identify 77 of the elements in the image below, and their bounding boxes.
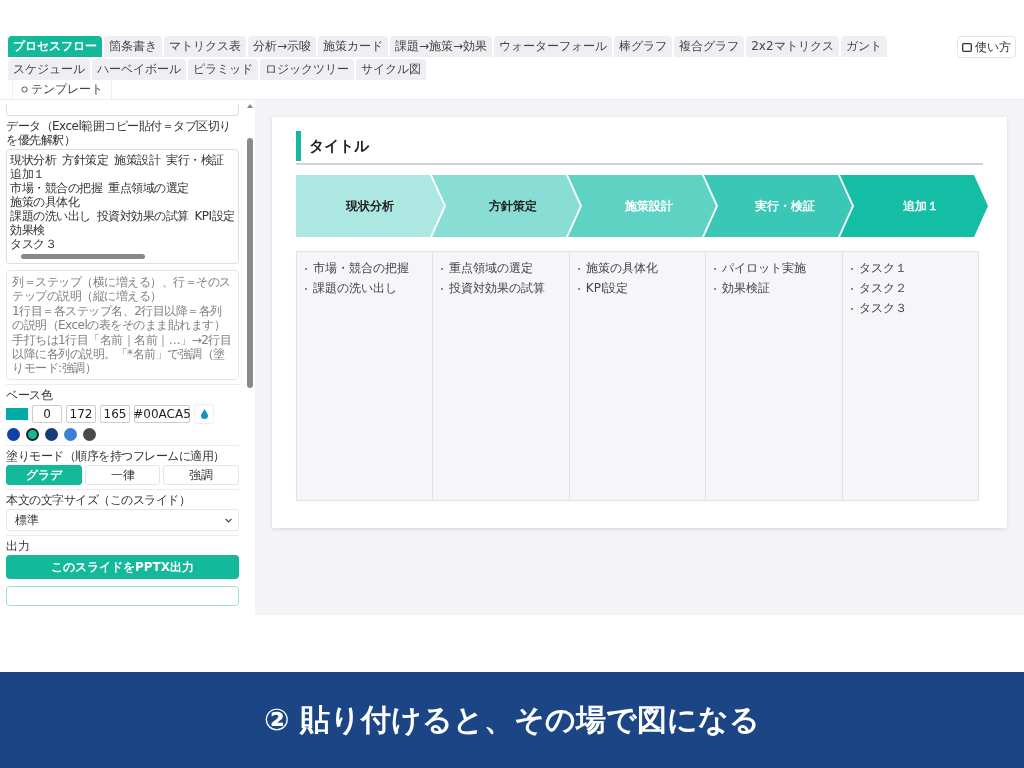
tab[interactable]: 棒グラフ <box>614 36 673 57</box>
data-cell: 現状分析 <box>10 153 56 167</box>
tab[interactable]: ロジックツリー <box>260 59 354 80</box>
bullet-text: 重点領域の選定 <box>449 260 534 277</box>
slide-title: タイトル <box>309 136 369 156</box>
color-dot[interactable] <box>26 428 39 441</box>
color-dot[interactable] <box>45 428 58 441</box>
help-text: 1行目＝各ステップ名、2行目以降＝各列の説明（Excelの表をそのまま貼れます） <box>12 304 227 332</box>
bullet-text: 課題の洗い出し <box>313 280 397 297</box>
step-chevron: 方針策定 <box>432 175 580 237</box>
scrollbar-thumb[interactable] <box>247 138 254 388</box>
tab[interactable]: サイクル図 <box>356 59 426 80</box>
tab[interactable]: 施策カード <box>318 36 389 57</box>
drop-icon <box>200 409 208 419</box>
step-chevron: 実行・検証 <box>704 175 852 237</box>
color-swatch[interactable] <box>6 408 28 420</box>
help-text: 列＝ステップ（横に増える）、行＝そのステップの説明（縦に増える） <box>12 275 232 303</box>
tab[interactable]: 分析→示唆 <box>248 36 317 57</box>
section-label: 出力 <box>6 539 30 553</box>
section-label: 本文の文字サイズ（このスライド） <box>6 493 191 507</box>
tab[interactable]: ウォーターフォール <box>494 36 613 57</box>
bullet-text: 市場・競合の把握 <box>313 260 409 277</box>
eyedropper-button[interactable] <box>194 404 214 424</box>
size-select[interactable]: 標準 <box>6 509 240 531</box>
scrollbar[interactable] <box>21 254 145 259</box>
data-cell: 方針策定 <box>62 153 108 167</box>
hex-field[interactable]: #00ACA5 <box>134 405 190 423</box>
mode-button[interactable]: 一律 <box>84 465 161 485</box>
step-chevron: 現状分析 <box>296 175 444 237</box>
caption-text: ② 貼り付けると、その場で図になる <box>264 700 760 739</box>
color-dot[interactable] <box>7 428 20 441</box>
tab[interactable]: 複合グラフ <box>674 36 745 57</box>
tab[interactable]: ハーベイボール <box>92 59 186 80</box>
bullet-text: KPI設定 <box>585 280 629 297</box>
mode-button[interactable]: 強調 <box>163 465 240 485</box>
tab[interactable]: 箇条書き <box>104 36 162 57</box>
color-dot[interactable] <box>83 428 96 441</box>
data-cell: 市場・競合の把握 <box>10 181 102 195</box>
bullet-text: パイロット実施 <box>722 260 807 277</box>
color-dot[interactable] <box>64 428 77 441</box>
bullet-text: 効果検証 <box>722 280 771 297</box>
scroll-up-icon[interactable] <box>247 104 254 108</box>
tab[interactable]: ガント <box>840 36 887 57</box>
bullet-text: タスク３ <box>858 300 907 317</box>
tab[interactable]: マトリクス表 <box>164 36 246 57</box>
data-cell: 実行・検証 <box>166 153 224 167</box>
data-cell: 効果検 <box>10 223 45 237</box>
data-cell: タスク３ <box>10 237 56 251</box>
data-cell: 投資対効果の試算 <box>96 209 189 223</box>
data-cell: 追加１ <box>10 167 45 181</box>
section-label: ベース色 <box>6 388 54 402</box>
chevron-down-icon <box>225 517 233 523</box>
data-cell: 重点領域の選定 <box>108 181 189 195</box>
data-cell: KPI設定 <box>194 209 235 223</box>
field-label: データ（Excel範囲コピー貼付＝タブ区切りを優先解釈） <box>6 119 232 147</box>
data-field[interactable]: 現状分析 方針策定 施策設計 実行・検証 追加１ 市場・競合の把握 重点領域の選定 施策の具体化 課題の洗い出し 投資対効果の試算 KPI設定 効果検 タスク３ <box>6 149 240 264</box>
bullet-text: 施策の具体化 <box>585 260 658 277</box>
tab[interactable]: 課題→施策→効果 <box>390 36 493 57</box>
bullet-text: タスク２ <box>858 280 907 297</box>
help-text: 手打ちは1行目「名前｜名前｜…」→2行目以降に各列の説明。「*名前」で強調（塗りモード:強調） <box>12 333 233 375</box>
tab[interactable]: ピラミッド <box>188 59 258 80</box>
help-button[interactable]: 使い方 <box>957 36 1016 58</box>
number-field[interactable]: 165 <box>100 405 130 423</box>
bullet-text: タスク１ <box>858 260 907 277</box>
tab[interactable]: 2x2マトリクス <box>746 36 839 57</box>
step-chevron: 施策設計 <box>568 175 716 237</box>
number-field[interactable]: 172 <box>66 405 96 423</box>
tab[interactable]: スケジュール <box>8 59 90 80</box>
template-button[interactable]: テンプレート <box>12 79 112 100</box>
data-cell: 施策の具体化 <box>10 195 79 209</box>
data-cell: 課題の洗い出し <box>10 209 91 223</box>
step-chevron: 追加１ <box>840 175 988 237</box>
title-accent <box>296 131 301 161</box>
bullet-text: 投資対効果の試算 <box>449 280 546 297</box>
section-label: 塗りモード（順序を持つフレームに適用） <box>6 449 226 463</box>
number-field[interactable]: 0 <box>32 405 62 423</box>
data-cell: 施策設計 <box>114 153 160 167</box>
